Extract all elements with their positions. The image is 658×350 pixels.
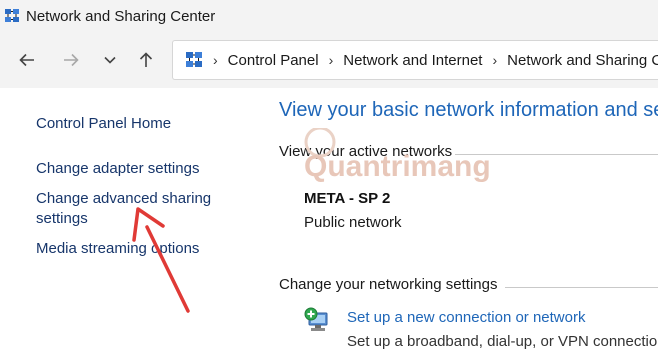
chevron-right-icon[interactable]: › xyxy=(492,52,497,68)
chevron-down-icon xyxy=(104,56,116,64)
back-button[interactable] xyxy=(15,48,39,72)
up-arrow-icon xyxy=(139,52,153,67)
recent-locations-button[interactable] xyxy=(98,48,122,72)
back-arrow-icon xyxy=(19,53,34,67)
active-networks-heading: View your active networks xyxy=(279,143,453,160)
breadcrumb-network-and-sharing-center[interactable]: Network and Sharing C xyxy=(507,52,658,69)
setup-new-connection-description: Set up a broadband, dial-up, or VPN conn… xyxy=(347,333,658,350)
networking-settings-heading: Change your networking settings xyxy=(279,276,498,293)
breadcrumb-control-panel[interactable]: Control Panel xyxy=(228,52,319,69)
section-divider xyxy=(455,154,658,155)
chevron-right-icon[interactable]: › xyxy=(329,52,334,68)
window-title: Network and Sharing Center xyxy=(26,7,216,25)
breadcrumb-network-and-internet[interactable]: Network and Internet xyxy=(343,52,482,69)
sidebar-item-change-adapter-settings[interactable]: Change adapter settings xyxy=(36,159,199,179)
sidebar-item-change-advanced-sharing-settings[interactable]: Change advanced sharing settings xyxy=(36,189,211,229)
new-connection-icon xyxy=(304,307,328,331)
network-type: Public network xyxy=(304,214,402,231)
control-panel-icon xyxy=(186,52,202,67)
page-title: View your basic network information and … xyxy=(279,99,658,121)
sidebar-item-media-streaming-options[interactable]: Media streaming options xyxy=(36,239,199,259)
title-bar: Network and Sharing Center xyxy=(0,0,658,32)
network-center-icon xyxy=(5,9,19,22)
forward-button[interactable] xyxy=(59,48,83,72)
up-button[interactable] xyxy=(134,48,158,72)
address-bar[interactable]: › Control Panel › Network and Internet ›… xyxy=(172,40,658,80)
navigation-bar: › Control Panel › Network and Internet ›… xyxy=(0,32,658,88)
forward-arrow-icon xyxy=(64,53,79,67)
sidebar-item-label-line2: settings xyxy=(36,210,88,227)
network-name: META - SP 2 xyxy=(304,190,391,207)
chevron-right-icon[interactable]: › xyxy=(213,52,218,68)
setup-new-connection-link[interactable]: Set up a new connection or network xyxy=(347,309,585,326)
sidebar-item-control-panel-home[interactable]: Control Panel Home xyxy=(36,114,171,134)
sidebar-item-label-line1: Change advanced sharing xyxy=(36,190,212,207)
section-divider xyxy=(505,287,658,288)
